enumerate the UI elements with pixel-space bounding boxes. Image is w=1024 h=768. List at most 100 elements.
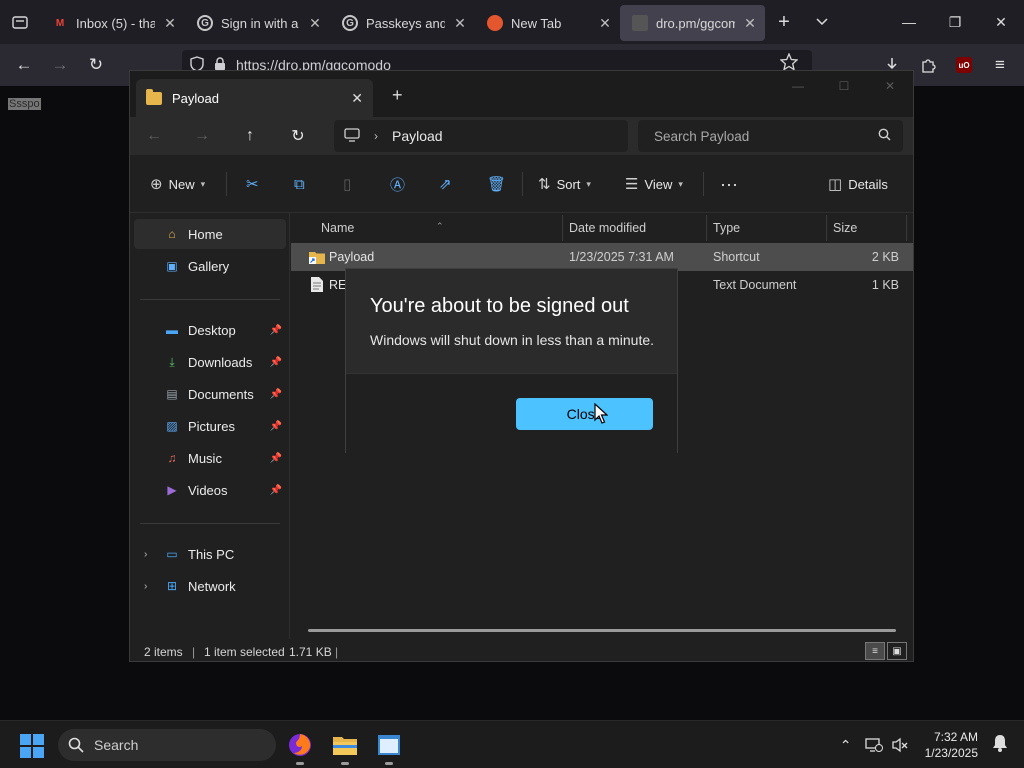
taskbar-sandbox-app[interactable] [369,729,409,765]
back-arrow-icon[interactable]: ← [6,47,42,83]
column-divider[interactable] [562,215,563,241]
details-button[interactable]: ◫ Details [828,155,888,213]
downloads-icon: ⤓ [169,354,175,369]
close-tab-icon[interactable]: ✕ [308,15,322,32]
close-icon[interactable]: ✕ [867,71,913,101]
sidebar-item-gallery[interactable]: ▣ Gallery [134,251,286,281]
close-button[interactable]: Close [516,398,653,430]
sidebar-item-downloads[interactable]: ⤓ Downloads 📌 [134,347,286,377]
chevron-right-icon[interactable]: › [144,581,147,592]
minimize-icon[interactable]: — [886,0,932,44]
up-arrow-icon[interactable]: ↑ [226,118,274,154]
pin-icon[interactable]: 📌 [270,389,282,400]
sidebar-item-documents[interactable]: ▤ Documents 📌 [134,379,286,409]
volume-muted-icon[interactable] [887,737,913,753]
minimize-icon[interactable]: — [775,71,821,101]
chevron-down-icon[interactable] [803,0,841,44]
status-item-count: 2 items [144,645,183,659]
rename-button[interactable]: Ⓐ [390,155,405,213]
sidebar-item-pictures[interactable]: ▨ Pictures 📌 [134,411,286,441]
sidebar-item-label: This PC [188,546,235,562]
column-divider[interactable] [826,215,827,241]
taskbar-firefox[interactable] [280,729,320,765]
close-tab-icon[interactable]: ✕ [163,15,177,32]
extensions-icon[interactable] [910,47,946,83]
sort-arrows-icon: ⇅ [538,176,551,193]
taskbar-search-input[interactable]: Search [58,729,276,761]
close-tab-icon[interactable]: ✕ [598,15,612,32]
explorer-address-bar: ← → ↑ ↻ › Payload Search Payload [130,117,913,155]
pin-icon[interactable]: 📌 [270,357,282,368]
chevron-right-icon[interactable]: › [144,549,147,560]
sign-out-dialog: You're about to be signed out Windows wi… [345,268,678,453]
refresh-icon[interactable]: ↻ [274,118,322,154]
windows-start-icon[interactable] [20,734,44,758]
back-arrow-icon[interactable]: ← [130,118,178,154]
column-size[interactable]: Size [833,221,857,235]
forward-arrow-icon[interactable]: → [178,118,226,154]
restore-icon[interactable]: ❐ [932,0,978,44]
tab-list-icon[interactable] [0,0,40,44]
notification-bell-icon[interactable] [992,734,1018,757]
search-input[interactable]: Search Payload [638,120,903,152]
large-icons-view-icon[interactable]: ▣ [887,642,907,660]
breadcrumb[interactable]: › Payload [334,120,628,152]
delete-button[interactable]: 🗑 [487,155,506,213]
sidebar-item-music[interactable]: ♫ Music 📌 [134,443,286,473]
maximize-icon[interactable]: ☐ [821,71,867,101]
sort-button[interactable]: ⇅ Sort ▾ [538,155,591,213]
gmail-icon: M [55,17,65,29]
close-tab-icon[interactable]: ✕ [743,15,757,32]
browser-tab-gmail[interactable]: M Inbox (5) - thado ✕ [40,5,185,41]
status-selected: 1 item selected [204,645,285,659]
sidebar-item-home[interactable]: ⌂ Home [134,219,286,249]
paste-button[interactable]: ▯ [343,155,351,213]
column-divider[interactable] [706,215,707,241]
running-indicator [341,762,349,765]
ublock-icon[interactable]: uO [946,47,982,83]
browser-tab-signin[interactable]: G Sign in with a pa ✕ [185,5,330,41]
close-tab-icon[interactable]: ✕ [453,15,467,32]
pin-icon[interactable]: 📌 [270,485,282,496]
copy-button[interactable]: ⧉ [294,155,305,213]
column-type[interactable]: Type [713,221,740,235]
new-explorer-tab-button[interactable]: + [392,85,403,106]
taskbar-file-explorer[interactable] [325,729,365,765]
close-icon[interactable]: ✕ [978,0,1024,44]
chevron-right-icon[interactable]: › [374,129,378,143]
sidebar-item-videos[interactable]: ▶ Videos 📌 [134,475,286,505]
browser-tab-newtab[interactable]: New Tab ✕ [475,5,620,41]
view-button[interactable]: ☰ View ▾ [625,155,683,213]
forward-arrow-icon[interactable]: → [42,47,78,83]
network-status-icon[interactable] [861,737,887,753]
browser-tab-dropm[interactable]: dro.pm/ggcom ✕ [620,5,765,41]
column-date-modified[interactable]: Date modified [569,221,646,235]
pin-icon[interactable]: 📌 [270,453,282,464]
browser-tab-passkeys[interactable]: G Passkeys and se ✕ [330,5,475,41]
more-options-icon[interactable]: ··· [720,155,738,213]
details-view-icon[interactable]: ≡ [865,642,885,660]
sidebar-item-desktop[interactable]: ▬ Desktop 📌 [134,315,286,345]
explorer-tab[interactable]: Payload ✕ [136,79,373,117]
close-tab-icon[interactable]: ✕ [351,90,363,107]
taskbar-clock[interactable]: 7:32 AM 1/23/2025 [925,729,978,761]
column-divider[interactable] [906,215,907,241]
sidebar-item-this-pc[interactable]: › ▭ This PC [134,539,286,569]
pin-icon[interactable]: 📌 [270,325,282,336]
column-name[interactable]: Name [321,221,354,235]
cut-button[interactable]: ✂ [246,155,259,213]
sidebar-divider [140,299,280,300]
monitor-icon[interactable] [344,127,360,145]
chevron-up-icon[interactable]: ⌃ [831,737,861,754]
reload-icon[interactable]: ↻ [78,47,114,83]
new-tab-button[interactable]: + [765,0,803,44]
new-button[interactable]: ⊕ New ▾ [150,155,205,213]
sidebar-item-network[interactable]: › ⊞ Network [134,571,286,601]
search-icon[interactable] [878,128,891,144]
hamburger-menu-icon[interactable]: ≡ [982,47,1018,83]
file-row[interactable]: Payload 1/23/2025 7:31 AM Shortcut 2 KB [291,243,913,271]
pin-icon[interactable]: 📌 [270,421,282,432]
breadcrumb-item[interactable]: Payload [392,128,443,144]
share-button[interactable]: ⇗ [439,155,452,213]
horizontal-scrollbar[interactable] [308,629,896,632]
